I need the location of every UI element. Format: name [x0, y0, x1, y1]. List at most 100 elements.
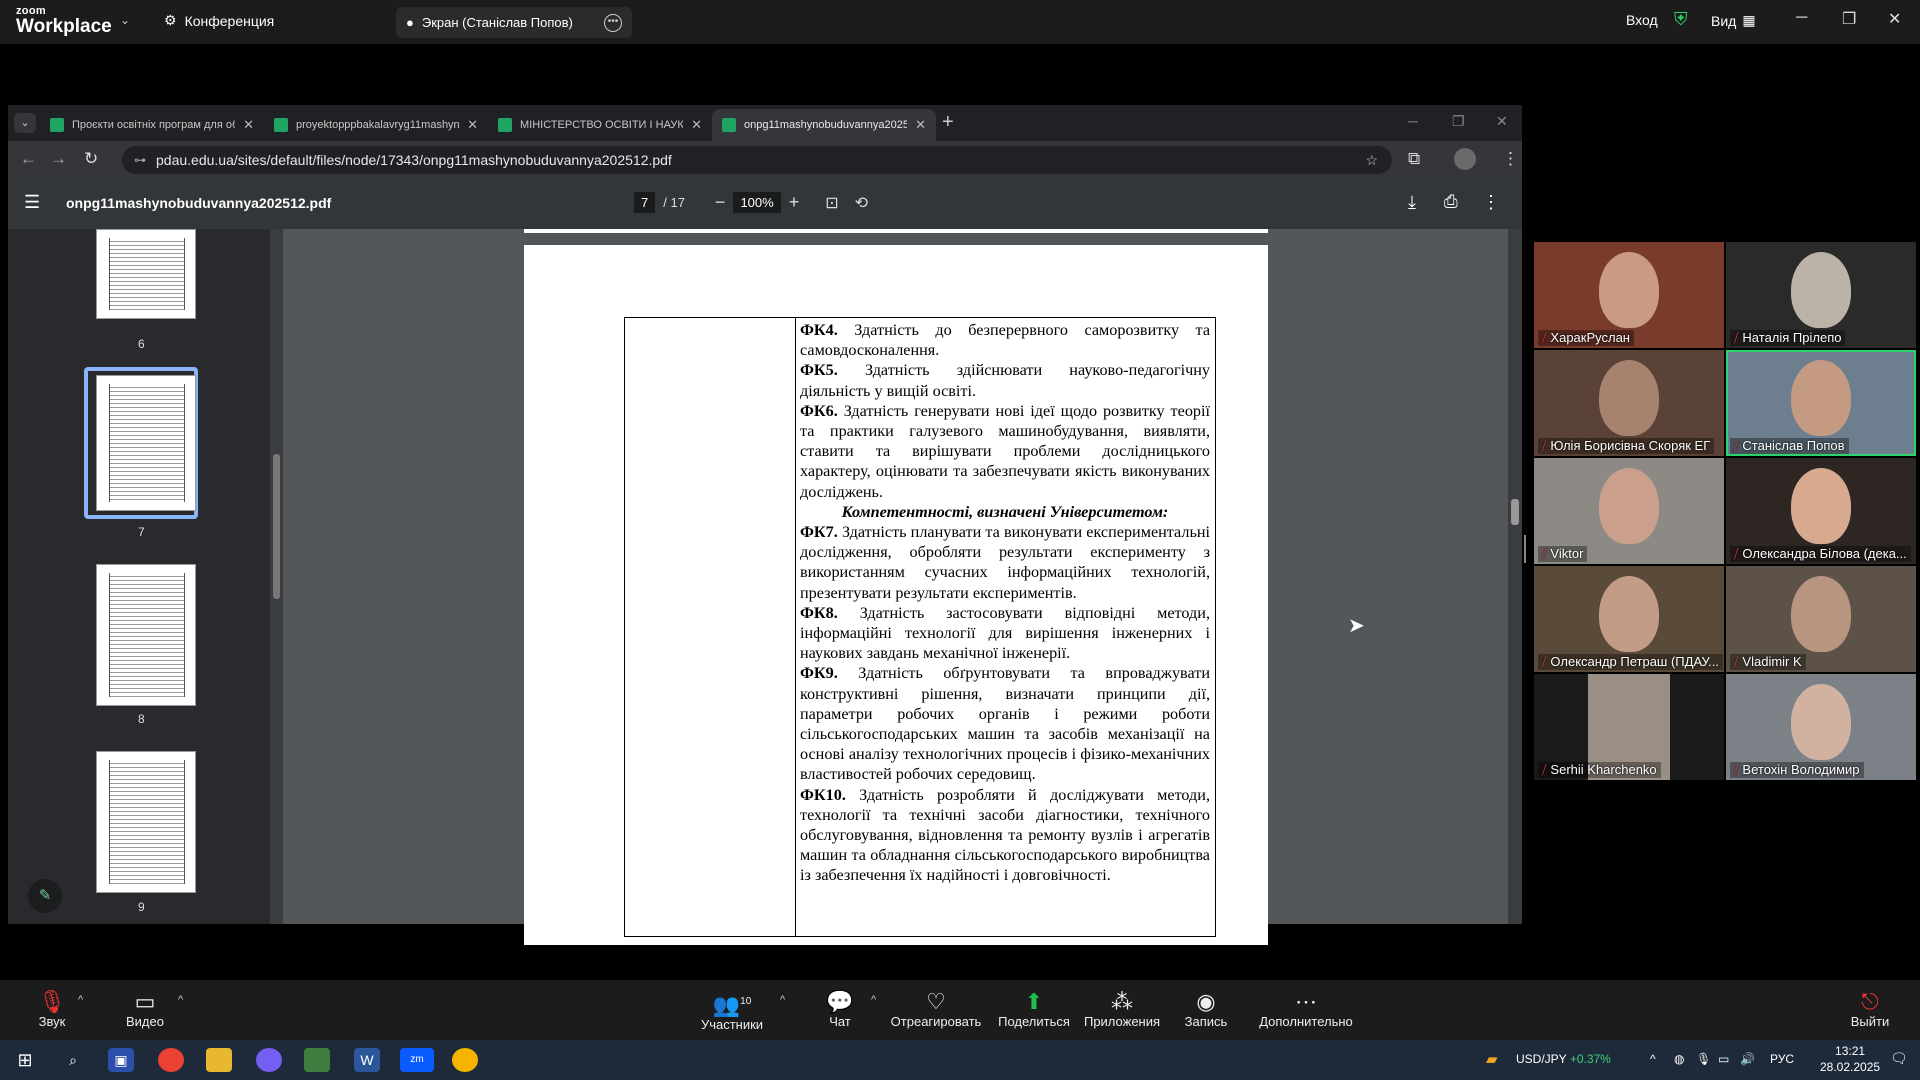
chat-caret-icon[interactable]: ^: [871, 994, 876, 1006]
audio-options-caret-icon[interactable]: ^: [78, 994, 83, 1006]
thumbnail-page-8[interactable]: [96, 564, 196, 706]
new-tab-icon[interactable]: +: [942, 111, 954, 134]
minimize-icon[interactable]: ─: [1796, 9, 1807, 27]
chrome-alt-app-icon[interactable]: [452, 1048, 478, 1072]
extensions-icon[interactable]: ⧉: [1408, 149, 1420, 169]
participant-tile[interactable]: ⧸ Олександра Білова (дека...: [1726, 458, 1916, 564]
reload-icon[interactable]: ↻: [84, 149, 98, 169]
record-button[interactable]: ◉ Запись: [1156, 990, 1256, 1030]
browser-menu-icon[interactable]: ⋮: [1502, 149, 1519, 169]
zoom-input[interactable]: 100%: [733, 192, 781, 213]
zoom-in-icon[interactable]: +: [789, 192, 800, 213]
participant-tile[interactable]: ⧸ ХаракРуслан: [1534, 242, 1724, 348]
notifications-icon[interactable]: 🗨: [1890, 1050, 1908, 1067]
language-indicator[interactable]: РУС: [1770, 1052, 1794, 1066]
currency-ticker[interactable]: USD/JPY +0.37%: [1516, 1052, 1611, 1066]
volume-icon[interactable]: 🔊: [1740, 1052, 1755, 1066]
rotate-icon[interactable]: ⟲: [855, 193, 868, 213]
tab-projects[interactable]: Проєкти освітніх програм для обгов ✕: [40, 109, 264, 141]
thumbnail-page-7[interactable]: [96, 375, 196, 511]
screen-share-pill[interactable]: ● Экран (Станіслав Попов) •••: [396, 7, 632, 38]
close-tab-icon[interactable]: ✕: [243, 117, 254, 133]
tab-strip: ⌄ Проєкти освітніх програм для обгов ✕ pr…: [8, 105, 1522, 141]
restore-icon[interactable]: ❐: [1842, 9, 1856, 29]
leave-button[interactable]: ⎋ Выйти: [1820, 990, 1920, 1030]
audio-button[interactable]: 🎙 Звук: [2, 990, 102, 1030]
tab-ministry[interactable]: МІНІСТЕРСТВО ОСВІТИ І НАУКИ УКР ✕: [488, 109, 712, 141]
thumbnail-page-6[interactable]: [96, 229, 196, 319]
network-icon[interactable]: ▭: [1718, 1052, 1729, 1066]
zoom-out-icon[interactable]: −: [715, 192, 726, 213]
microphone-icon[interactable]: 🎙: [1696, 1052, 1711, 1066]
meeting-menu[interactable]: ⚙ Конференция: [164, 12, 274, 29]
pdf-page: ФК4. Здатність до безперервного саморозв…: [524, 245, 1268, 945]
viber-app-icon[interactable]: [256, 1048, 282, 1072]
participant-tile-active-speaker[interactable]: ⧸ Станіслав Попов: [1726, 350, 1916, 456]
close-tab-icon[interactable]: ✕: [467, 117, 478, 133]
chrome-app-icon[interactable]: [158, 1048, 184, 1072]
page-number-input[interactable]: 7: [634, 192, 656, 213]
file-explorer-icon[interactable]: [206, 1048, 232, 1072]
participant-tile[interactable]: ⧸ Vladimir K: [1726, 566, 1916, 672]
back-icon[interactable]: ←: [20, 149, 37, 169]
browser-close-icon[interactable]: ✕: [1496, 113, 1508, 130]
participant-video: [1599, 360, 1659, 436]
more-button[interactable]: ⋯ Дополнительно: [1246, 990, 1366, 1030]
calculator-app-icon[interactable]: [304, 1048, 330, 1072]
record-label: Запись: [1184, 1014, 1228, 1029]
save-app-icon[interactable]: ▣: [108, 1048, 134, 1072]
participant-tile[interactable]: ⧸ Олександр Петраш (ПДАУ...: [1534, 566, 1724, 672]
fk-code: ФК4.: [800, 321, 838, 339]
pdf-scrollbar[interactable]: [1508, 229, 1522, 924]
close-tab-icon[interactable]: ✕: [915, 117, 926, 133]
chevron-down-icon[interactable]: ⌄: [120, 13, 130, 27]
scroll-thumb[interactable]: [273, 454, 280, 599]
tray-chrome-icon[interactable]: ◍: [1674, 1052, 1684, 1066]
react-button[interactable]: ♡ Отреагировать: [886, 990, 986, 1030]
pdf-scroll-thumb[interactable]: [1511, 499, 1519, 525]
sheets-favicon-icon: [50, 118, 64, 132]
clock[interactable]: 13:21 28.02.2025: [1820, 1043, 1880, 1075]
word-app-icon[interactable]: W: [354, 1048, 380, 1072]
view-button[interactable]: Вид ▦: [1711, 12, 1756, 29]
sidebar-menu-icon[interactable]: ☰: [24, 192, 40, 213]
share-button[interactable]: ⬆ Поделиться: [984, 990, 1084, 1030]
close-tab-icon[interactable]: ✕: [691, 117, 702, 133]
pdf-more-icon[interactable]: ⋮: [1482, 192, 1500, 213]
signin-button[interactable]: Вход: [1626, 12, 1658, 28]
security-shield-icon[interactable]: ⛨: [1674, 9, 1688, 30]
video-options-caret-icon[interactable]: ^: [178, 994, 183, 1006]
participant-name: ⧸ ХаракРуслан: [1538, 330, 1634, 346]
print-icon[interactable]: ⎙: [1444, 192, 1458, 212]
windows-start-icon[interactable]: ⊞: [12, 1048, 38, 1072]
download-icon[interactable]: ⤓: [1408, 192, 1416, 213]
search-icon[interactable]: ⌕: [60, 1048, 86, 1072]
browser-minimize-icon[interactable]: ─: [1408, 113, 1418, 129]
thumbnail-page-9[interactable]: [96, 751, 196, 893]
forward-icon[interactable]: →: [50, 149, 67, 169]
participant-tile[interactable]: ⧸ Serhii Kharchenko: [1534, 674, 1724, 780]
bookmark-star-icon[interactable]: ☆: [1365, 146, 1378, 174]
screen-share-label: Экран (Станіслав Попов): [421, 15, 573, 30]
participant-tile[interactable]: ⧸ Наталія Прілепо: [1726, 242, 1916, 348]
participants-button[interactable]: 👥10 Участники: [682, 990, 782, 1033]
close-icon[interactable]: ✕: [1888, 9, 1901, 29]
annotate-pen-icon[interactable]: ✎: [28, 879, 62, 913]
tab-search-icon[interactable]: ⌄: [14, 113, 36, 133]
tab-proyekt[interactable]: proyektopppbakalavryg11mashynobud ✕: [264, 109, 488, 141]
tray-overflow-icon[interactable]: ^: [1650, 1052, 1656, 1066]
participant-tile[interactable]: ⧸ Юлія Борисівна Скоряк ЕГ: [1534, 350, 1724, 456]
url-bar[interactable]: ⊶ pdau.edu.ua/sites/default/files/node/1…: [122, 146, 1392, 174]
tab-pdf-active[interactable]: onpg11mashynobuduvannya202512.p ✕: [712, 109, 936, 141]
browser-restore-icon[interactable]: ❐: [1452, 113, 1465, 130]
participant-tile[interactable]: ⧸ Ветохін Володимир: [1726, 674, 1916, 780]
participant-tile[interactable]: ⧸ Viktor: [1534, 458, 1724, 564]
split-handle[interactable]: [1524, 535, 1526, 563]
fit-page-icon[interactable]: ⊡: [825, 193, 838, 213]
avatar[interactable]: [1454, 148, 1476, 170]
site-info-icon[interactable]: ⊶: [134, 146, 146, 174]
participants-caret-icon[interactable]: ^: [780, 994, 785, 1006]
thumbnail-scrollbar[interactable]: [270, 229, 283, 924]
zoom-app-icon[interactable]: zm: [400, 1048, 434, 1072]
more-options-icon[interactable]: •••: [604, 13, 622, 32]
